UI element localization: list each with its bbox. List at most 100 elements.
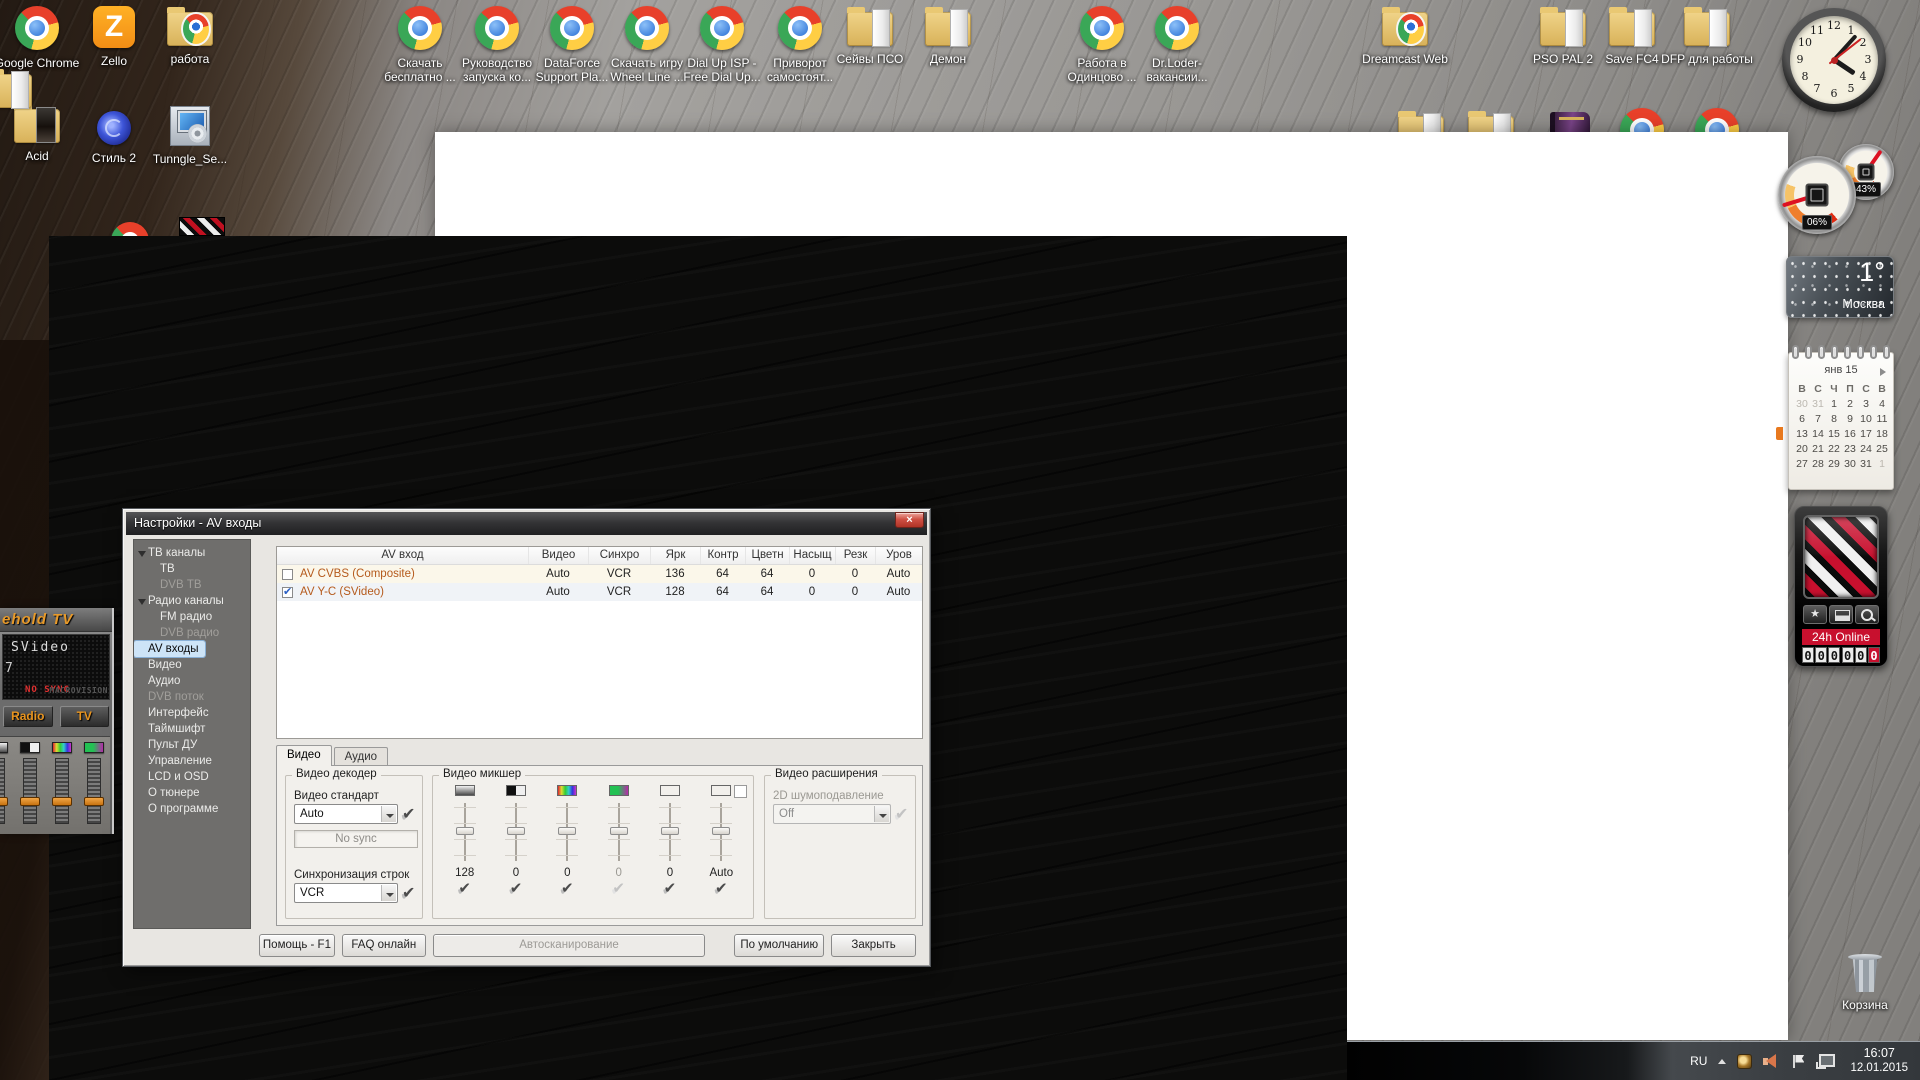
apply-check-icon[interactable]: ✔ [612, 881, 625, 897]
desktop-icon[interactable]: Zello [79, 6, 149, 68]
skin-slider[interactable] [81, 737, 107, 834]
tree-item[interactable]: LCD и OSD [134, 769, 250, 785]
desktop-icon[interactable]: Скачать бесплатно ... [385, 6, 455, 84]
calendar-cell[interactable]: 9 [1842, 413, 1858, 428]
apply-check-icon[interactable]: ✔ [402, 804, 415, 824]
calendar-cell[interactable]: 6 [1794, 413, 1810, 428]
desktop-icon[interactable]: Работа в Одинцово ... [1067, 6, 1137, 84]
tree-item[interactable]: Видео [134, 657, 250, 673]
chevron-down-icon[interactable] [381, 885, 396, 901]
calendar-cell[interactable]: С [1858, 383, 1874, 398]
desktop-icon[interactable]: Dr.Loder- вакансии... [1142, 6, 1212, 84]
calendar-gadget[interactable]: янв 15 ВСЧПСВ303112346789101113141516171… [1788, 352, 1894, 490]
tree-item[interactable]: DVB радио [134, 625, 250, 641]
calendar-cell[interactable]: 21 [1810, 443, 1826, 458]
desktop-icon[interactable]: Сейвы ПСО [835, 6, 905, 66]
mixer-slider-handle[interactable] [610, 827, 628, 835]
tree-item[interactable]: Управление [134, 753, 250, 769]
mixer-slider-handle[interactable] [456, 827, 474, 835]
calendar-cell[interactable]: 7 [1810, 413, 1826, 428]
calendar-cell[interactable]: 1 [1874, 458, 1890, 473]
desktop-icon[interactable] [0, 68, 44, 108]
tree-item[interactable]: AV входы [134, 641, 205, 657]
calendar-cell[interactable]: 27 [1794, 458, 1810, 473]
apply-check-icon[interactable]: ✔ [715, 881, 728, 897]
tree-item[interactable]: О тюнере [134, 785, 250, 801]
tv-button[interactable]: TV [60, 706, 110, 727]
calendar-cell[interactable]: 31 [1810, 398, 1826, 413]
mixer-slider-track[interactable] [659, 803, 681, 861]
tree-item[interactable]: DVB поток [134, 689, 250, 705]
tree-item[interactable]: Таймшифт [134, 721, 250, 737]
apply-check-icon[interactable]: ✔ [561, 881, 574, 897]
calendar-cell[interactable]: 8 [1826, 413, 1842, 428]
mixer-slider-track[interactable] [710, 803, 732, 861]
tree-item[interactable]: Интерфейс [134, 705, 250, 721]
calendar-cell[interactable]: В [1794, 383, 1810, 398]
desktop-icon[interactable] [167, 217, 237, 236]
tab-audio[interactable]: Аудио [334, 747, 388, 766]
desktop-icon[interactable]: Save FC4 [1597, 6, 1667, 66]
apply-check-icon[interactable]: ✔ [664, 881, 677, 897]
apply-check-icon[interactable]: ✔ [402, 883, 415, 903]
calendar-cell[interactable]: 30 [1842, 458, 1858, 473]
desktop-icon[interactable]: Dial Up ISP - Free Dial Up... [687, 6, 757, 84]
calendar-cell[interactable]: 10 [1858, 413, 1874, 428]
calendar-cell[interactable]: 2 [1842, 398, 1858, 413]
calendar-cell[interactable]: 17 [1858, 428, 1874, 443]
mixer-slider-track[interactable] [454, 803, 476, 861]
tree-item[interactable]: ТВ каналы [134, 545, 250, 561]
network-icon[interactable] [1816, 1054, 1835, 1069]
calendar-cell[interactable]: 25 [1874, 443, 1890, 458]
desktop-icon[interactable]: Стиль 2 [79, 103, 149, 165]
table-row[interactable]: AV CVBS (Composite) Auto VCR 136 64 64 0… [277, 565, 922, 583]
chevron-down-icon[interactable] [381, 806, 396, 822]
calendar-cell[interactable]: Ч [1826, 383, 1842, 398]
close-icon[interactable]: × [895, 512, 924, 528]
tree-item[interactable]: О программе [134, 801, 250, 817]
desktop-icon[interactable]: Руководство запуска ко... [462, 6, 532, 84]
radio-button[interactable]: Radio [3, 706, 53, 727]
tree-item[interactable]: ТВ [134, 561, 250, 577]
skin-slider[interactable] [49, 737, 75, 834]
row-checkbox[interactable] [282, 569, 293, 580]
calendar-cell[interactable]: С [1810, 383, 1826, 398]
calendar-cell[interactable]: В [1874, 383, 1890, 398]
calendar-cell[interactable]: 1 [1826, 398, 1842, 413]
weather-gadget[interactable]: 1° Москва [1786, 256, 1894, 318]
desktop-icon[interactable]: Google Chrome [2, 6, 72, 70]
calendar-cell[interactable]: 14 [1810, 428, 1826, 443]
tree-item[interactable]: FM радио [134, 609, 250, 625]
calendar-cell[interactable]: 3 [1858, 398, 1874, 413]
calendar-cell[interactable]: 15 [1826, 428, 1842, 443]
dialog-button[interactable]: FAQ онлайн [342, 934, 426, 957]
desktop-icon[interactable]: Демон [913, 6, 983, 66]
apply-check-icon[interactable]: ✔ [458, 881, 471, 897]
calendar-cell[interactable]: 28 [1810, 458, 1826, 473]
mixer-slider-track[interactable] [505, 803, 527, 861]
calendar-cell[interactable]: 24 [1858, 443, 1874, 458]
cpu-gauge[interactable]: 06% [1778, 156, 1856, 234]
tree-item[interactable]: Пульт ДУ [134, 737, 250, 753]
dialog-button[interactable]: Помощь - F1 [259, 934, 335, 957]
calendar-cell[interactable]: 31 [1858, 458, 1874, 473]
image-icon[interactable] [1829, 605, 1853, 624]
calendar-cell[interactable]: 4 [1874, 398, 1890, 413]
mixer-slider-handle[interactable] [661, 827, 679, 835]
online-counter-gadget[interactable]: ★ 24h Online 000000 [1794, 506, 1888, 667]
volume-icon[interactable] [1763, 1054, 1780, 1069]
calendar-next-icon[interactable] [1880, 368, 1886, 376]
tab-video[interactable]: Видео [276, 745, 332, 766]
calendar-cell[interactable]: 22 [1826, 443, 1842, 458]
show-hidden-icons-icon[interactable] [1718, 1059, 1726, 1064]
mixer-slider-track[interactable] [556, 803, 578, 861]
desktop-icon[interactable]: работа [155, 6, 225, 66]
mixer-slider-handle[interactable] [712, 827, 730, 835]
calendar-cell[interactable]: 16 [1842, 428, 1858, 443]
apply-check-icon[interactable]: ✔ [510, 881, 523, 897]
line-sync-select[interactable]: VCR [294, 883, 398, 903]
calendar-cell[interactable]: 13 [1794, 428, 1810, 443]
desktop-icon[interactable]: Скачать игру Wheel Line ... [612, 6, 682, 84]
dialog-button[interactable]: Автосканирование [433, 934, 706, 957]
desktop-icon[interactable]: Tunngle_Se... [155, 103, 225, 166]
